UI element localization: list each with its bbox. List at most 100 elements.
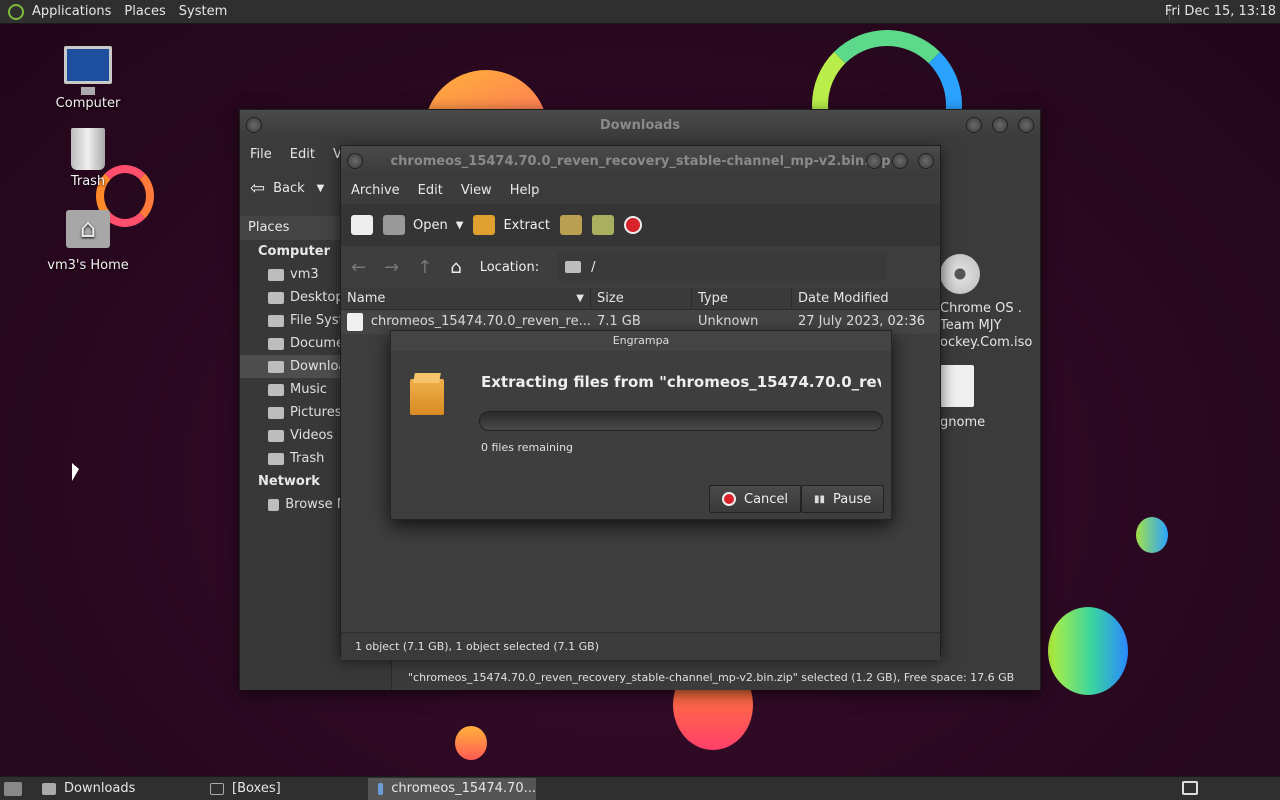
wallpaper-blob <box>455 726 487 760</box>
minimize-button[interactable] <box>866 153 882 169</box>
column-name-label: Name <box>347 291 386 306</box>
file-item[interactable]: gnome <box>940 365 1040 430</box>
progress-bar <box>479 411 883 431</box>
pause-button[interactable]: ▮▮ Pause <box>801 485 885 513</box>
window-list-icon[interactable] <box>1182 781 1198 795</box>
pause-icon: ▮▮ <box>814 493 826 505</box>
drive-icon <box>268 314 284 327</box>
maximize-button[interactable] <box>892 153 908 169</box>
sidebar-item-label: Music <box>290 382 327 397</box>
folder-icon <box>42 782 56 795</box>
panel-clock[interactable]: Fri Dec 15, 13:18 <box>1165 4 1276 19</box>
window-titlebar[interactable]: Downloads <box>240 110 1040 140</box>
desktop-icon-computer[interactable]: Computer <box>38 46 138 111</box>
trash-icon <box>268 452 284 465</box>
documents-folder-icon <box>268 337 284 350</box>
file-item[interactable]: Chrome OS . Team MJY ockey.Com.iso <box>940 254 1040 351</box>
arrow-left-icon[interactable]: ← <box>351 257 366 278</box>
menu-view[interactable]: View <box>461 183 492 198</box>
open-button[interactable]: Open ▼ <box>383 215 463 235</box>
open-archive-icon <box>383 215 405 235</box>
sidebar-item-label: Pictures <box>290 405 342 420</box>
column-size[interactable]: Size <box>591 288 692 309</box>
show-desktop-icon[interactable] <box>4 781 22 796</box>
extract-button[interactable]: Extract <box>473 215 550 235</box>
downloads-folder-icon <box>268 360 284 373</box>
file-view: Chrome OS . Team MJY ockey.Com.iso gnome <box>940 254 1040 430</box>
menu-system[interactable]: System <box>179 4 227 19</box>
back-label: Back <box>273 180 305 196</box>
taskbar-label: [Boxes] <box>232 781 281 796</box>
sidebar-item-label: Desktop <box>290 290 344 305</box>
window-menu-button[interactable] <box>347 153 363 169</box>
menu-archive[interactable]: Archive <box>351 183 400 198</box>
cancel-button[interactable]: Cancel <box>709 485 802 513</box>
window-icon <box>210 782 224 795</box>
file-label: gnome <box>940 415 986 430</box>
home-icon[interactable]: ⌂ <box>450 257 461 278</box>
taskbar-item-downloads[interactable]: Downloads <box>32 778 200 800</box>
dialog-heading: Extracting files from "chromeos_15474.70… <box>481 373 881 391</box>
desktop-icon-trash[interactable]: Trash <box>38 128 138 189</box>
archive-icon <box>378 782 384 795</box>
menu-applications[interactable]: Applications <box>32 4 111 19</box>
archive-menubar: Archive Edit View Help <box>341 176 940 204</box>
extract-label: Extract <box>503 217 550 233</box>
extract-icon <box>473 215 496 235</box>
bottom-panel: Downloads [Boxes] chromeos_15474.70... <box>0 776 1280 800</box>
add-folder-icon[interactable] <box>592 215 614 235</box>
arrow-up-icon[interactable]: ↑ <box>417 257 432 278</box>
trash-icon <box>71 128 105 170</box>
open-label: Open <box>413 217 448 233</box>
menu-places[interactable]: Places <box>124 4 165 19</box>
computer-icon <box>64 46 112 95</box>
add-files-icon[interactable] <box>560 215 582 235</box>
desktop-folder-icon <box>268 291 284 304</box>
chevron-down-icon: ▼ <box>576 293 584 304</box>
taskbar-label: chromeos_15474.70... <box>391 781 536 796</box>
location-bar: ← → ↑ ⌂ Location: / <box>341 246 940 288</box>
window-titlebar[interactable]: chromeos_15474.70.0_reven_recovery_stabl… <box>341 146 940 176</box>
column-headers: Name ▼ Size Type Date Modified <box>341 288 940 310</box>
menu-edit[interactable]: Edit <box>290 147 315 162</box>
menu-edit[interactable]: Edit <box>418 183 443 198</box>
desktop-icon-label: vm3's Home <box>47 258 129 273</box>
location-field[interactable]: / <box>557 253 888 281</box>
maximize-button[interactable] <box>992 117 1008 133</box>
top-panel: Applications Places System Fri Dec 15, 1… <box>0 0 1280 24</box>
column-name[interactable]: Name ▼ <box>341 288 591 309</box>
taskbar-item-boxes[interactable]: [Boxes] <box>200 778 368 800</box>
desktop-icon-home[interactable]: vm3's Home <box>38 210 138 273</box>
dialog-title[interactable]: Engrampa <box>391 331 891 351</box>
videos-folder-icon <box>268 429 284 442</box>
cancel-label: Cancel <box>744 491 789 507</box>
chevron-down-icon[interactable]: ▼ <box>317 183 325 194</box>
home-folder-icon <box>66 210 110 248</box>
location-value: / <box>591 259 596 275</box>
close-button[interactable] <box>918 153 934 169</box>
wallpaper-blob <box>1136 517 1168 553</box>
column-type[interactable]: Type <box>692 288 792 309</box>
stop-icon[interactable] <box>624 216 642 234</box>
minimize-button[interactable] <box>966 117 982 133</box>
chevron-down-icon[interactable]: ▼ <box>456 220 464 231</box>
home-folder-icon <box>268 268 284 281</box>
window-menu-button[interactable] <box>246 117 262 133</box>
sidebar-item-label: Trash <box>290 451 325 466</box>
menu-file[interactable]: File <box>250 147 272 162</box>
new-archive-icon[interactable] <box>351 215 373 235</box>
network-icon <box>268 498 280 511</box>
taskbar-item-archive[interactable]: chromeos_15474.70... <box>368 777 536 800</box>
folder-icon <box>565 261 582 273</box>
menu-help[interactable]: Help <box>510 183 540 198</box>
mate-logo-icon[interactable] <box>8 3 24 20</box>
desktop-icon-label: Trash <box>70 174 106 189</box>
arrow-right-icon[interactable]: → <box>384 257 399 278</box>
close-button[interactable] <box>1018 117 1034 133</box>
files-remaining: 0 files remaining <box>481 441 574 454</box>
desktop-icon-label: Computer <box>55 96 121 111</box>
sidebar-item-label: vm3 <box>290 267 319 282</box>
back-button[interactable]: ⇦ Back ▼ <box>250 178 324 199</box>
column-date[interactable]: Date Modified <box>792 288 940 309</box>
package-icon <box>410 379 444 415</box>
